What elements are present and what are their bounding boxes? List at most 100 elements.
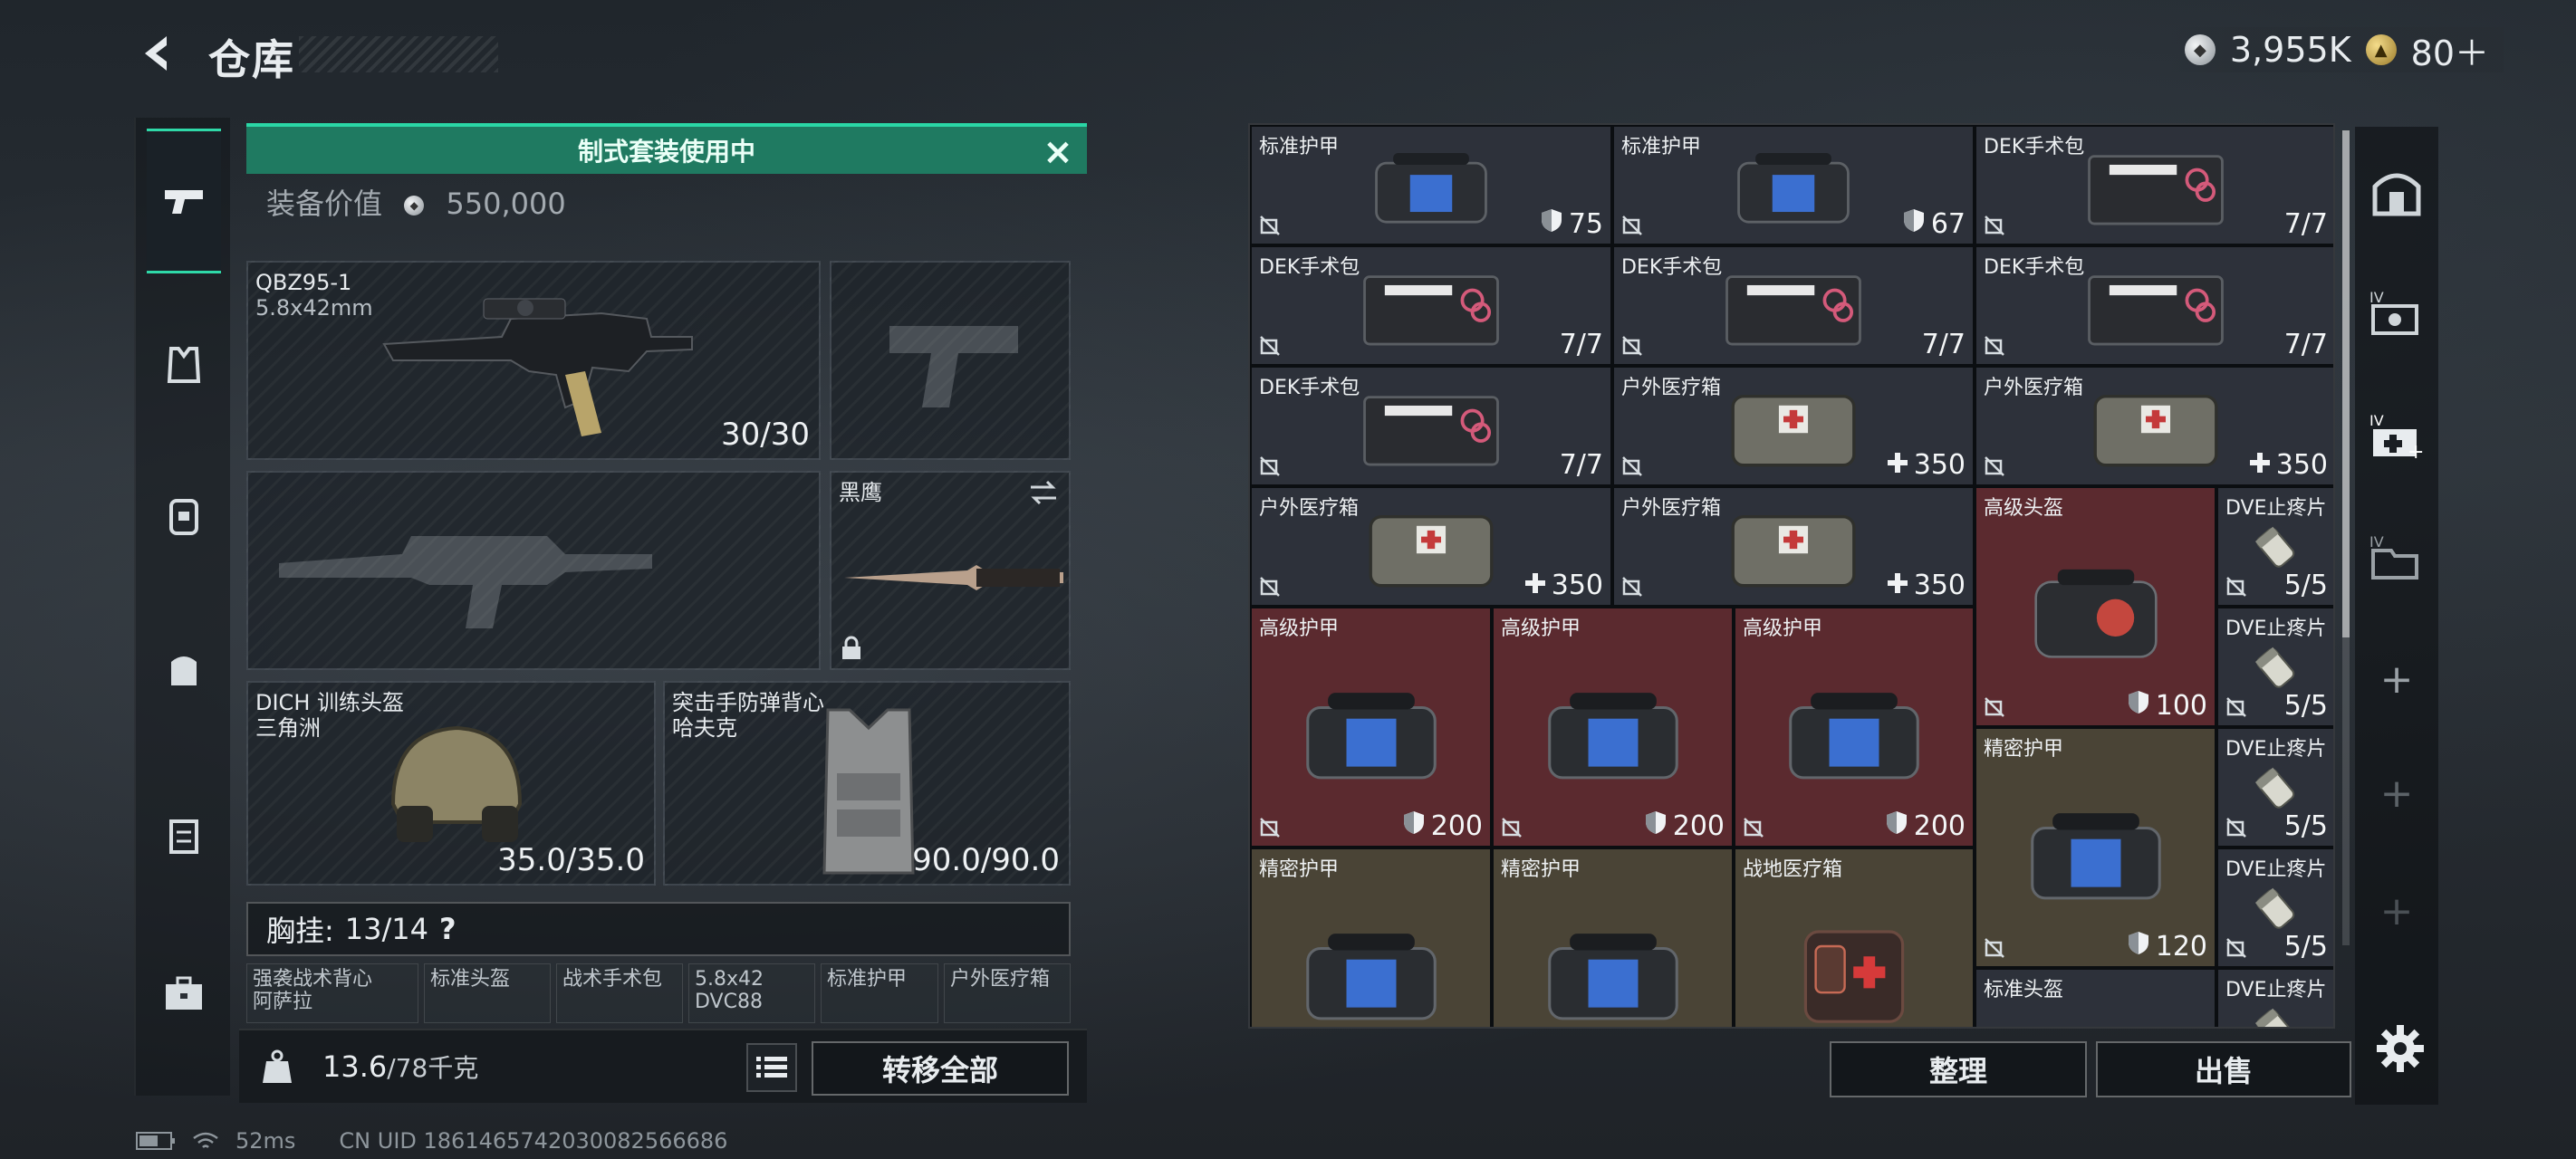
pistol-slot[interactable] [830,261,1071,460]
melee-slot[interactable]: 黑鹰 [830,471,1071,670]
item-image [1299,684,1444,789]
add-tab-icon[interactable]: + [2364,878,2429,943]
storage-item[interactable]: DEK手术包 7/7 [1250,245,1612,366]
field-medkit-icon [1803,930,1905,1024]
chip-medkit[interactable]: 户外医疗箱 [944,963,1071,1023]
no-sell-icon [1501,817,1523,838]
item-value-text: 350 [1551,570,1603,601]
list-view-button[interactable] [746,1043,797,1092]
weapon-name: QBZ95-1 [255,270,352,295]
item-image [1541,924,1686,1027]
help-icon[interactable]: ? [439,912,457,946]
chip-armor[interactable]: 标准护甲 [821,963,938,1023]
storage-item[interactable]: 标准护甲 75 [1250,125,1612,245]
storage-item[interactable]: 精密护甲 [1250,848,1492,1027]
storage-item[interactable]: 高级头盔 100 [1975,486,2216,727]
item-value: 5/5 [2284,810,2328,842]
storage-item[interactable]: 战地医疗箱 [1734,848,1975,1027]
page-title: 仓库 [208,35,295,84]
nav-container[interactable] [147,799,221,873]
storage-item[interactable]: 精密护甲 [1492,848,1734,1027]
tab-main-storage[interactable] [2364,159,2429,225]
painkiller-icon [2254,887,2294,929]
uid-text: CN UID 1861465742030082566686 [339,1128,728,1154]
nav-weapons[interactable] [147,129,221,273]
nav-backpack[interactable] [147,478,221,552]
swap-icon[interactable] [1027,480,1060,505]
settings-gear-icon[interactable] [2373,1021,2427,1076]
chip-ammo[interactable]: 5.8x42 DVC88 [688,963,815,1023]
item-image [1541,684,1686,789]
nav-bag[interactable] [147,632,221,706]
move-all-button[interactable]: 转移全部 [812,1041,1069,1096]
item-value-text: 200 [1913,809,1966,842]
chip-helmet[interactable]: 标准头盔 [424,963,551,1023]
item-name: DEK手术包 [1259,377,1360,399]
no-sell-icon [1621,455,1643,477]
storage-item[interactable]: DEK手术包 7/7 [1250,366,1612,486]
sell-button[interactable]: 出售 [2096,1041,2351,1097]
storage-item[interactable]: 标准护甲 67 [1612,125,1975,245]
add-tab-icon[interactable]: + [2364,761,2429,826]
chip-surgery[interactable]: 战术手术包 [556,963,683,1023]
storage-item[interactable]: DEK手术包 7/7 [1612,245,1975,366]
secondary-weapon-slot[interactable] [246,471,821,670]
item-value: 67 [1902,207,1966,240]
item-value-text: 120 [2155,930,2207,963]
svg-text:IV: IV [2369,412,2384,429]
battery-icon [136,1132,175,1150]
item-value: 350 [1887,570,1966,601]
storage-item[interactable]: 户外医疗箱 350 [1612,366,1975,486]
chest-rig-capacity: 13/14 [344,912,429,946]
item-value: 7/7 [1560,449,1603,481]
chip-rig[interactable]: 强袭战术背心 阿萨拉 [246,963,418,1023]
nav-armor[interactable] [147,328,221,402]
item-value: 5/5 [2284,570,2328,601]
item-name: DVE止疼片 [2225,858,2327,881]
storage-item[interactable]: DVE止疼片 5/5 [2216,727,2333,848]
storage-item[interactable]: 精密护甲 120 [1975,727,2216,968]
chest-rig-bar[interactable]: 胸挂: 13/14 ? [246,902,1071,956]
tab-storage-iv-1[interactable]: IV [2364,281,2429,346]
sort-button[interactable]: 整理 [1830,1041,2087,1097]
add-tab-icon[interactable]: + [2364,647,2429,712]
shield-icon [1644,809,1668,842]
item-name: 高级头盔 [1984,497,2064,520]
item-name: DEK手术包 [1984,136,2085,158]
storage-item[interactable]: DVE止疼片 [2216,968,2333,1027]
storage-scrollbar[interactable] [2342,130,2350,945]
melee-name: 黑鹰 [839,480,882,505]
storage-item[interactable]: 标准头盔 [1975,968,2216,1027]
storage-item[interactable]: DEK手术包 7/7 [1975,125,2333,245]
no-sell-icon [1259,335,1281,357]
item-value-text: 200 [1430,809,1483,842]
storage-item[interactable]: 高级护甲 200 [1734,607,1975,848]
tab-storage-iv-3[interactable]: IV [2364,525,2429,590]
currency-b-value[interactable]: 80＋ [2411,25,2489,75]
shield-icon [2127,930,2150,963]
storage-item[interactable]: DVE止疼片 5/5 [2216,848,2333,968]
storage-item[interactable]: 户外医疗箱 350 [1250,486,1612,607]
item-value: 7/7 [2284,329,2328,360]
storage-item[interactable]: 高级护甲 200 [1250,607,1492,848]
nav-case[interactable] [147,956,221,1030]
storage-item[interactable]: DVE止疼片 5/5 [2216,486,2333,607]
storage-item[interactable]: 户外医疗箱 350 [1612,486,1975,607]
svg-text:IV: IV [2369,533,2384,551]
storage-item[interactable]: DVE止疼片 5/5 [2216,607,2333,727]
helmet-slot[interactable]: DICH 训练头盔 三角洲 35.0/35.0 [246,681,656,886]
helmet-durability: 35.0/35.0 [497,842,645,878]
shield-icon [1902,207,1926,240]
backpack-icon [169,499,198,535]
storage-item[interactable]: DEK手术包 7/7 [1975,245,2333,366]
item-value: 200 [1644,809,1725,842]
back-icon[interactable] [136,31,181,76]
weapon-caliber: 5.8x42mm [255,295,373,321]
storage-item[interactable]: 高级护甲 200 [1492,607,1734,848]
storage-item[interactable]: 户外医疗箱 350 [1975,366,2333,486]
primary-weapon-slot[interactable]: QBZ95-1 5.8x42mm 30/30 [246,261,821,460]
tab-storage-iv-2[interactable]: IV + [2364,404,2429,469]
kit-banner-text: 制式套装使用中 [577,137,755,167]
close-icon[interactable]: × [1042,134,1074,170]
armor-slot[interactable]: 突击手防弹背心 哈夫克 90.0/90.0 [663,681,1071,886]
